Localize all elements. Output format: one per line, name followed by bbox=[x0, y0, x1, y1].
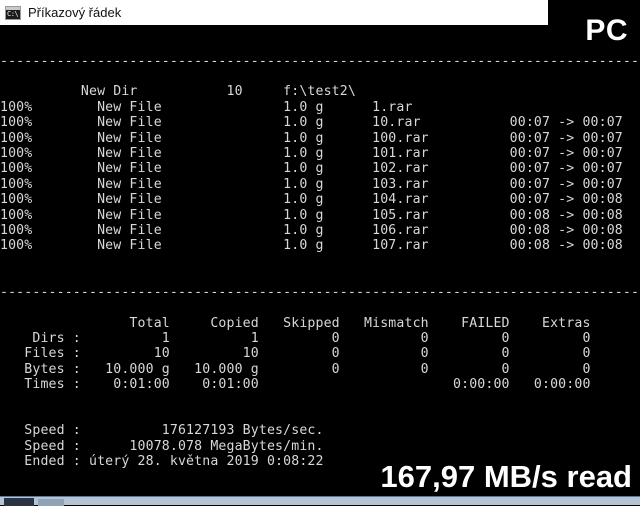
overlay-speed-annotation: 167,97 MB/s read bbox=[380, 459, 632, 494]
window-title: Příkazový řádek bbox=[28, 5, 122, 20]
console-output-area[interactable]: ----------------------------------------… bbox=[0, 25, 640, 496]
window-titlebar[interactable]: C:\ Příkazový řádek bbox=[0, 0, 548, 25]
cmd-icon-prompt-glyph: C:\ bbox=[7, 9, 19, 18]
overlay-device-label: PC bbox=[585, 14, 628, 47]
console-text: ----------------------------------------… bbox=[0, 53, 640, 470]
cmd-icon: C:\ bbox=[5, 5, 21, 20]
taskbar[interactable] bbox=[0, 496, 640, 506]
